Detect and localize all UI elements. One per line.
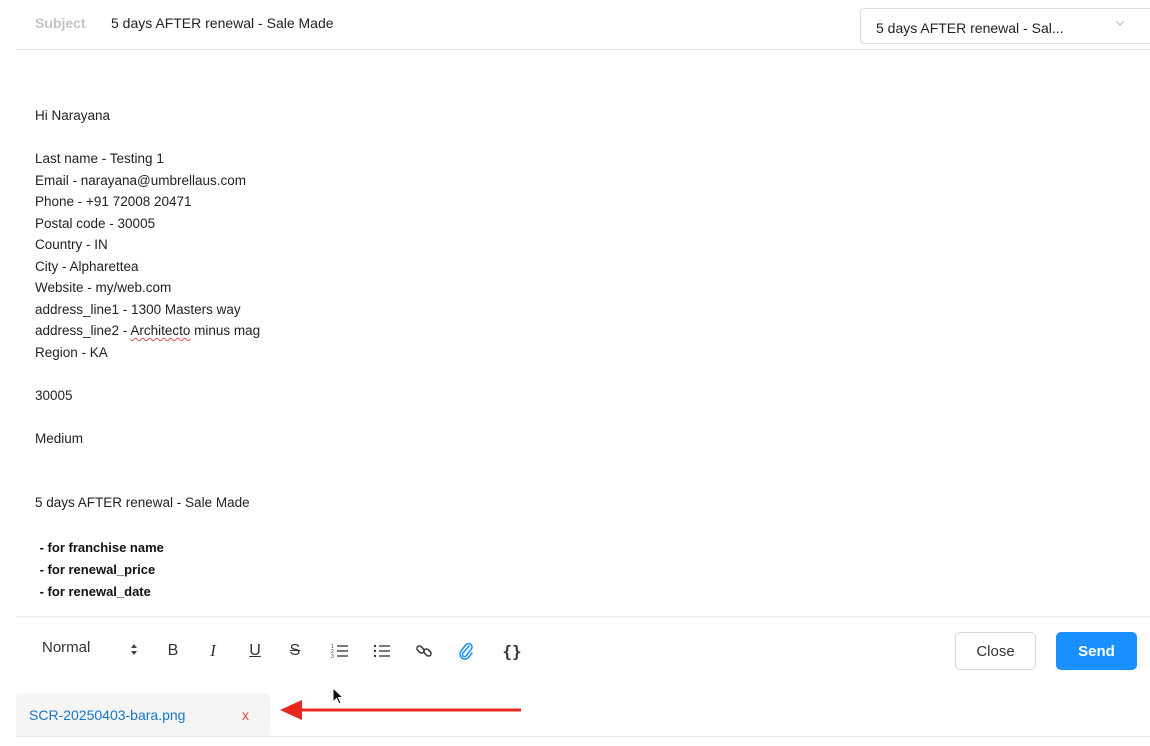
send-button[interactable]: Send [1056,632,1137,670]
italic-button[interactable]: I [200,638,226,664]
attach-button[interactable] [453,638,479,664]
italic-icon: I [210,641,216,660]
attach-icon [459,642,473,660]
template-line: 5 days AFTER renewal - Sale Made [35,495,250,510]
body-line: address_line1 - 1300 Masters way [35,301,241,317]
body-line: Country - IN [35,237,108,252]
bold-button[interactable]: B [160,638,186,664]
svg-text:3: 3 [331,654,334,659]
strikethrough-button[interactable]: S [282,638,308,664]
divider [16,736,1150,737]
mouse-cursor-icon [332,687,345,705]
body-line: Phone - +91 72008 20471 [35,194,192,209]
address2-suffix: minus mag [190,323,261,338]
email-composer: Subject 5 days AFTER renewal - Sale Made… [0,0,1150,746]
template-select-value: 5 days AFTER renewal - Sal... [876,20,1064,36]
bold-line: - for renewal_price [36,562,156,577]
body-line: Website - my/web.com [35,280,172,295]
address2-prefix: address_line2 - [35,323,131,338]
email-body-editor[interactable]: Hi Narayana Last name - Testing 1 Email … [35,105,1085,514]
bold-lines: - for franchise name - for renewal_price… [36,537,164,603]
postal-line: 30005 [35,387,73,403]
misspelled-word: Architecto [130,323,191,338]
format-select-value: Normal [42,639,91,656]
bullet-list-button[interactable] [369,638,395,664]
updown-arrows-icon [131,644,137,655]
bold-icon: B [167,642,179,659]
format-select[interactable]: Normal [42,638,142,660]
annotation-arrow-icon [280,700,521,720]
template-select[interactable]: 5 days AFTER renewal - Sal... [860,8,1150,44]
bold-line: - for renewal_date [36,584,151,599]
bullet-list-icon [373,644,390,658]
strikethrough-icon: S [289,642,301,659]
attachment-chip: SCR-20250403-bara.png x [16,694,270,736]
subject-label: Subject [35,15,86,31]
greeting-text: Hi Narayana [35,108,111,123]
underline-icon: U [249,642,261,659]
bold-line: - for franchise name [36,540,164,555]
body-line: Last name - Testing 1 [35,151,164,166]
body-line: City - Alpharettea [35,258,139,274]
body-line: Email - narayana@umbrellaus.com [35,172,247,188]
ordered-list-icon: 1 2 3 [331,644,348,659]
body-line: Postal code - 30005 [35,215,156,231]
ordered-list-button[interactable]: 1 2 3 [327,638,353,664]
attachment-remove-button[interactable]: x [242,707,249,723]
attachment-filename[interactable]: SCR-20250403-bara.png [29,707,185,723]
code-braces-icon: {} [502,641,522,661]
link-button[interactable] [411,638,437,664]
priority-line: Medium [35,430,84,446]
code-braces-button[interactable]: {} [499,638,525,664]
underline-button[interactable]: U [242,638,268,664]
subject-input[interactable]: 5 days AFTER renewal - Sale Made [111,15,334,31]
chevron-down-icon [1115,20,1125,26]
close-button[interactable]: Close [955,632,1036,670]
body-line-address2: address_line2 - Architecto minus mag [35,320,1085,342]
divider [16,616,1150,617]
body-line: Region - KA [35,344,108,360]
link-icon [416,645,432,657]
